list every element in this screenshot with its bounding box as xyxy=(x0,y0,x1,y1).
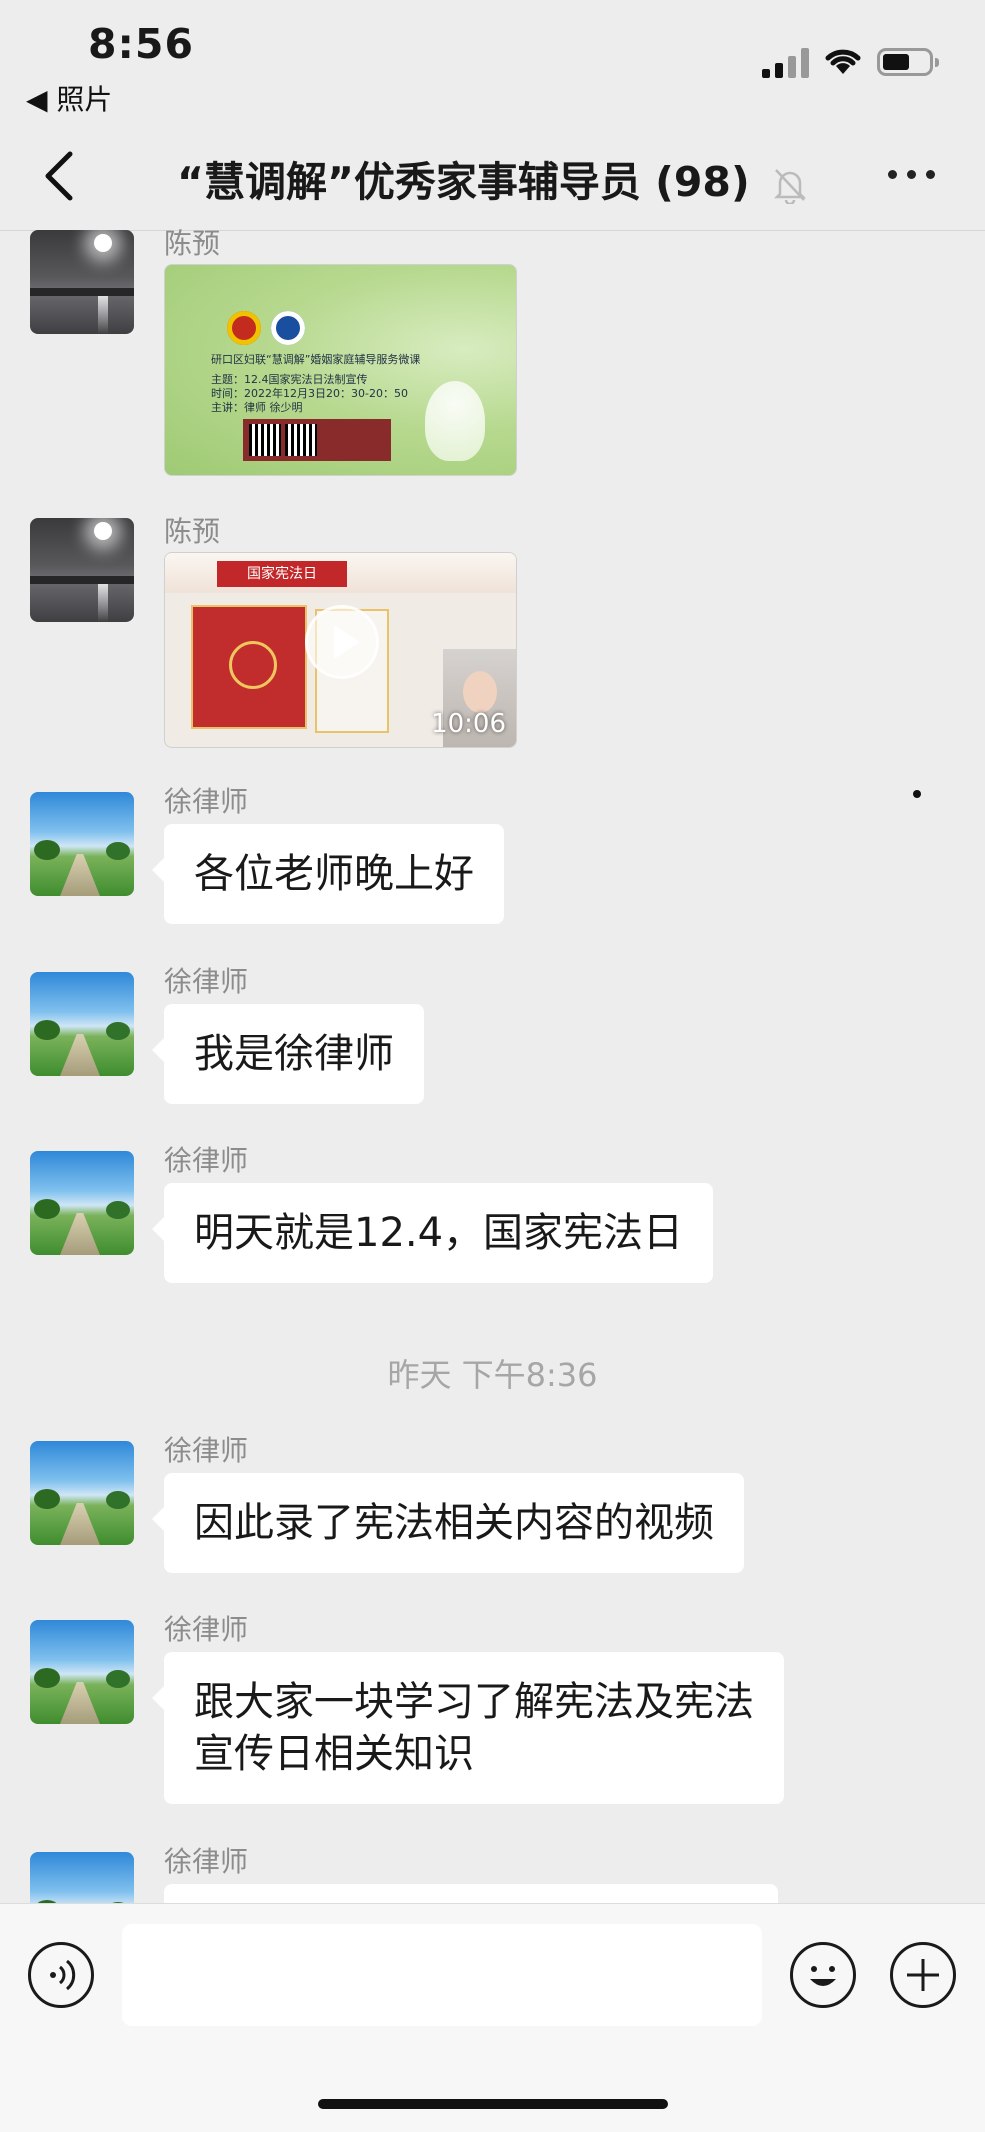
video-thumbnail[interactable]: 国家宪法日 10:06 xyxy=(164,552,517,748)
battery-icon xyxy=(877,48,939,76)
message-line: 宣传日相关知识 xyxy=(194,1731,474,1777)
input-bar xyxy=(0,1903,985,2132)
poster-line: 主讲：律师 徐少明 xyxy=(211,401,303,414)
message-input[interactable] xyxy=(122,1924,762,2026)
signal-icon xyxy=(762,48,809,78)
sender-name: 徐律师 xyxy=(164,1144,249,1177)
sender-name: 陈预 xyxy=(164,515,221,548)
video-duration: 10:06 xyxy=(431,709,506,739)
avatar[interactable] xyxy=(30,1620,134,1724)
back-to-photos-link[interactable]: ◀ 照片 xyxy=(26,78,112,118)
time-separator: 昨天 下午8:36 xyxy=(387,1356,598,1394)
calla-lily-decoration xyxy=(425,381,485,461)
message-line: 跟大家一块学习了解宪法及宪法 xyxy=(194,1679,754,1725)
poster-image[interactable]: 研口区妇联“慧调解”婚姻家庭辅导服务微课 主题：12.4国家宪法日法制宣传 时间… xyxy=(164,264,517,476)
mute-bell-icon xyxy=(773,169,807,204)
plus-icon[interactable] xyxy=(890,1942,956,2008)
avatar[interactable] xyxy=(30,1151,134,1255)
sender-name: 徐律师 xyxy=(164,785,249,818)
qr-code-icon xyxy=(243,419,391,461)
sender-name: 陈预 xyxy=(164,227,221,260)
avatar[interactable] xyxy=(30,792,134,896)
avatar[interactable] xyxy=(30,230,134,334)
scroll-dot xyxy=(913,790,921,798)
womens-federation-logo-icon xyxy=(227,311,261,345)
sender-name: 徐律师 xyxy=(164,965,249,998)
more-options-icon[interactable] xyxy=(888,170,935,179)
emoji-icon[interactable] xyxy=(790,1942,856,2008)
message-bubble[interactable]: 因此录了宪法相关内容的视频 xyxy=(152,1473,744,1573)
org-seal-icon xyxy=(271,311,305,345)
message-bubble[interactable]: 明天就是12.4，国家宪法日 xyxy=(151,1183,714,1283)
poster-line: 主题：12.4国家宪法日法制宣传 xyxy=(211,373,368,386)
play-icon[interactable] xyxy=(305,605,379,679)
clock: 8:56 xyxy=(88,20,194,68)
message-bubble[interactable]: 各位老师晚上好 xyxy=(152,824,504,924)
avatar[interactable] xyxy=(30,518,134,622)
message-bubble[interactable]: 跟大家一块学习了解宪法及宪法 宣传日相关知识 xyxy=(152,1652,784,1804)
home-indicator[interactable] xyxy=(318,2099,668,2109)
message-bubble[interactable]: 我是徐律师 xyxy=(152,1004,424,1104)
poster-line: 时间：2022年12月3日20：30-20：50 xyxy=(211,387,408,400)
national-emblem-icon xyxy=(229,641,277,689)
video-tag: 国家宪法日 xyxy=(217,561,347,587)
voice-input-icon[interactable] xyxy=(28,1942,94,2008)
poster-line: 研口区妇联“慧调解”婚姻家庭辅导服务微课 xyxy=(211,353,421,366)
status-bar: 8:56 ◀ 照片 xyxy=(0,0,985,120)
sender-name: 徐律师 xyxy=(164,1613,249,1646)
avatar[interactable] xyxy=(30,1441,134,1545)
chat-title: “慧调解”优秀家事辅导员 (98) xyxy=(0,148,985,208)
wifi-icon xyxy=(825,49,861,74)
chat-title-text: “慧调解”优秀家事辅导员 (98) xyxy=(177,158,750,206)
chat-header: “慧调解”优秀家事辅导员 (98) xyxy=(0,120,985,231)
sender-name: 徐律师 xyxy=(164,1845,249,1878)
avatar[interactable] xyxy=(30,972,134,1076)
sender-name: 徐律师 xyxy=(164,1434,249,1467)
